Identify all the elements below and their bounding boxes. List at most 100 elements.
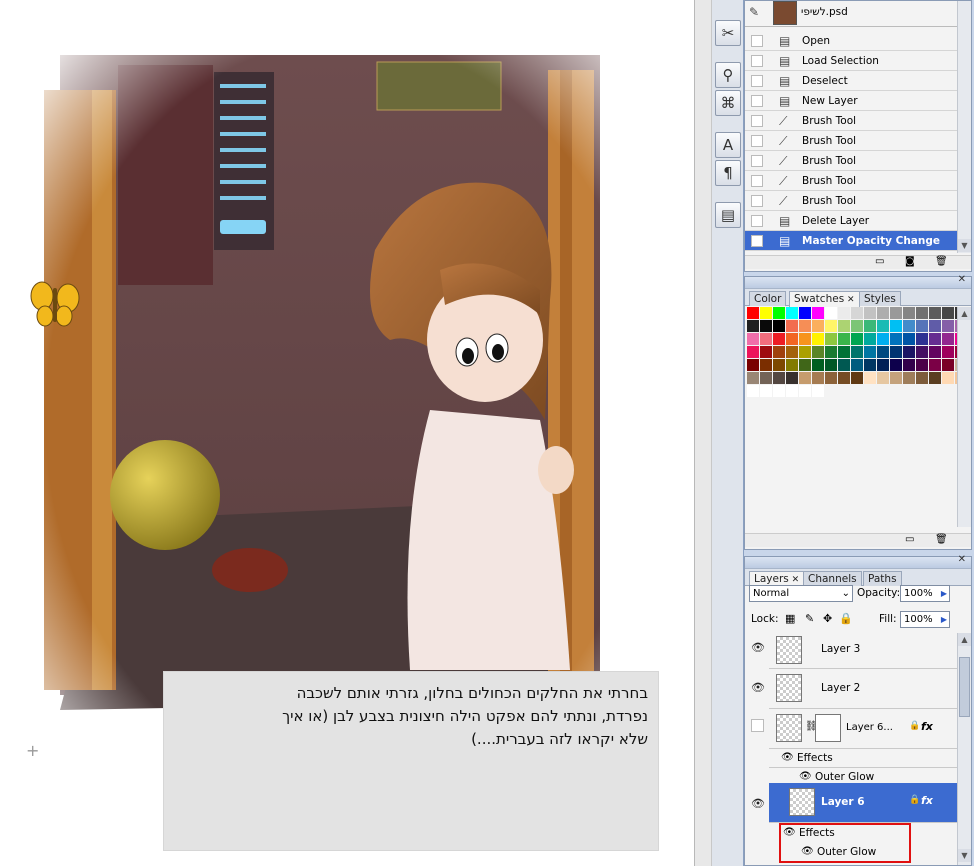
swatch[interactable] bbox=[916, 372, 928, 384]
scroll-up-icon[interactable]: ▲ bbox=[958, 633, 971, 646]
swatch[interactable] bbox=[760, 333, 772, 345]
lock-paint-icon[interactable]: ✎ bbox=[805, 612, 814, 625]
swatch[interactable] bbox=[890, 307, 902, 319]
history-item[interactable]: ▤ Load Selection bbox=[745, 51, 957, 71]
swatch[interactable] bbox=[838, 346, 850, 358]
swatch[interactable] bbox=[942, 372, 954, 384]
swatch[interactable] bbox=[851, 346, 863, 358]
effects-row[interactable]: 👁 Effects bbox=[769, 749, 965, 768]
canvas-scrollbar[interactable] bbox=[694, 0, 712, 866]
document-canvas[interactable]: + בחרתי את החלקים הכחולים בחלון, גזרתי א… bbox=[0, 0, 696, 866]
tab-styles[interactable]: Styles bbox=[859, 291, 901, 306]
tab-swatches[interactable]: Swatches ✕ bbox=[789, 291, 860, 307]
swatch[interactable] bbox=[903, 307, 915, 319]
layer-row-selected[interactable]: Layer 6 🔒 fx bbox=[769, 783, 965, 823]
opacity-field[interactable]: 100% ▶ bbox=[900, 585, 950, 602]
history-item[interactable]: ▤ Deselect bbox=[745, 71, 957, 91]
swatch[interactable] bbox=[760, 385, 772, 397]
swatch[interactable] bbox=[799, 385, 811, 397]
history-item[interactable]: ⟋ Brush Tool bbox=[745, 171, 957, 191]
brush-presets-icon[interactable]: ⌘ bbox=[715, 90, 741, 116]
history-item[interactable]: ⟋ Brush Tool bbox=[745, 111, 957, 131]
history-snapshot[interactable]: ✎ לשיפי.psd bbox=[745, 1, 957, 27]
eye-icon[interactable]: 👁 bbox=[751, 641, 765, 654]
history-checkbox[interactable] bbox=[751, 75, 763, 87]
lock-move-icon[interactable]: ✥ bbox=[823, 612, 832, 625]
swatch[interactable] bbox=[864, 333, 876, 345]
history-checkbox[interactable] bbox=[751, 215, 763, 227]
close-icon[interactable]: ✕ bbox=[958, 554, 966, 565]
clone-source-icon[interactable]: ⚲ bbox=[715, 62, 741, 88]
swatch[interactable] bbox=[838, 307, 850, 319]
swatch-scrollbar[interactable]: ▲ bbox=[957, 307, 971, 527]
history-checkbox[interactable] bbox=[751, 95, 763, 107]
swatch[interactable] bbox=[916, 346, 928, 358]
eye-icon[interactable]: 👁 bbox=[751, 681, 765, 694]
history-checkbox[interactable] bbox=[751, 155, 763, 167]
tab-color[interactable]: Color bbox=[749, 291, 787, 306]
swatch[interactable] bbox=[786, 385, 798, 397]
history-item[interactable]: ⟋ Brush Tool bbox=[745, 151, 957, 171]
tab-channels[interactable]: Channels bbox=[803, 571, 862, 586]
swatch[interactable] bbox=[799, 320, 811, 332]
swatch[interactable] bbox=[916, 320, 928, 332]
swatch[interactable] bbox=[851, 320, 863, 332]
swatch[interactable] bbox=[773, 372, 785, 384]
swatch[interactable] bbox=[864, 346, 876, 358]
swatch[interactable] bbox=[799, 333, 811, 345]
swatch[interactable] bbox=[760, 372, 772, 384]
character-icon[interactable]: A bbox=[715, 132, 741, 158]
swatch[interactable] bbox=[825, 346, 837, 358]
history-checkbox[interactable] bbox=[751, 135, 763, 147]
swatch[interactable] bbox=[747, 346, 759, 358]
chevron-right-icon[interactable]: ▶ bbox=[941, 586, 947, 601]
swatch[interactable] bbox=[851, 372, 863, 384]
history-item[interactable]: ▤ Open bbox=[745, 31, 957, 51]
history-checkbox[interactable] bbox=[751, 115, 763, 127]
swatch[interactable] bbox=[851, 359, 863, 371]
swatch[interactable] bbox=[890, 320, 902, 332]
swatch[interactable] bbox=[812, 359, 824, 371]
swatch[interactable] bbox=[786, 320, 798, 332]
swatch[interactable] bbox=[760, 359, 772, 371]
swatch[interactable] bbox=[916, 333, 928, 345]
tools-icon[interactable]: ✂ bbox=[715, 20, 741, 46]
fill-field[interactable]: 100% ▶ bbox=[900, 611, 950, 628]
swatch[interactable] bbox=[890, 372, 902, 384]
swatch[interactable] bbox=[786, 307, 798, 319]
eye-icon[interactable]: 👁 bbox=[751, 797, 765, 810]
swatch[interactable] bbox=[929, 372, 941, 384]
eye-icon[interactable]: 👁 bbox=[801, 846, 814, 857]
swatch[interactable] bbox=[929, 333, 941, 345]
swatch[interactable] bbox=[903, 320, 915, 332]
history-checkbox[interactable] bbox=[751, 175, 763, 187]
fx-icon[interactable]: fx bbox=[921, 794, 933, 807]
swatch[interactable] bbox=[773, 346, 785, 358]
swatch[interactable] bbox=[929, 307, 941, 319]
swatch[interactable] bbox=[851, 307, 863, 319]
swatch[interactable] bbox=[773, 359, 785, 371]
fx-icon[interactable]: fx bbox=[921, 720, 933, 733]
swatch[interactable] bbox=[890, 359, 902, 371]
swatch[interactable] bbox=[812, 307, 824, 319]
tab-paths[interactable]: Paths bbox=[863, 571, 902, 586]
swatch[interactable] bbox=[942, 307, 954, 319]
swatch[interactable] bbox=[747, 320, 759, 332]
swatch[interactable] bbox=[760, 307, 772, 319]
layers-scrollbar[interactable]: ▲ ▼ bbox=[957, 633, 971, 865]
new-snapshot-icon[interactable]: ◙ bbox=[905, 256, 915, 267]
scroll-thumb[interactable] bbox=[959, 657, 970, 717]
swatch[interactable] bbox=[812, 333, 824, 345]
swatch[interactable] bbox=[903, 333, 915, 345]
swatch[interactable] bbox=[799, 359, 811, 371]
history-scrollbar[interactable]: ▼ bbox=[957, 1, 971, 253]
swatch[interactable] bbox=[799, 372, 811, 384]
swatch[interactable] bbox=[903, 346, 915, 358]
swatch[interactable] bbox=[825, 333, 837, 345]
scroll-down-icon[interactable]: ▼ bbox=[958, 849, 971, 862]
layer-row[interactable]: Layer 3 bbox=[769, 633, 965, 669]
swatch[interactable] bbox=[747, 333, 759, 345]
swatch[interactable] bbox=[812, 372, 824, 384]
swatch[interactable] bbox=[838, 333, 850, 345]
swatch[interactable] bbox=[942, 346, 954, 358]
